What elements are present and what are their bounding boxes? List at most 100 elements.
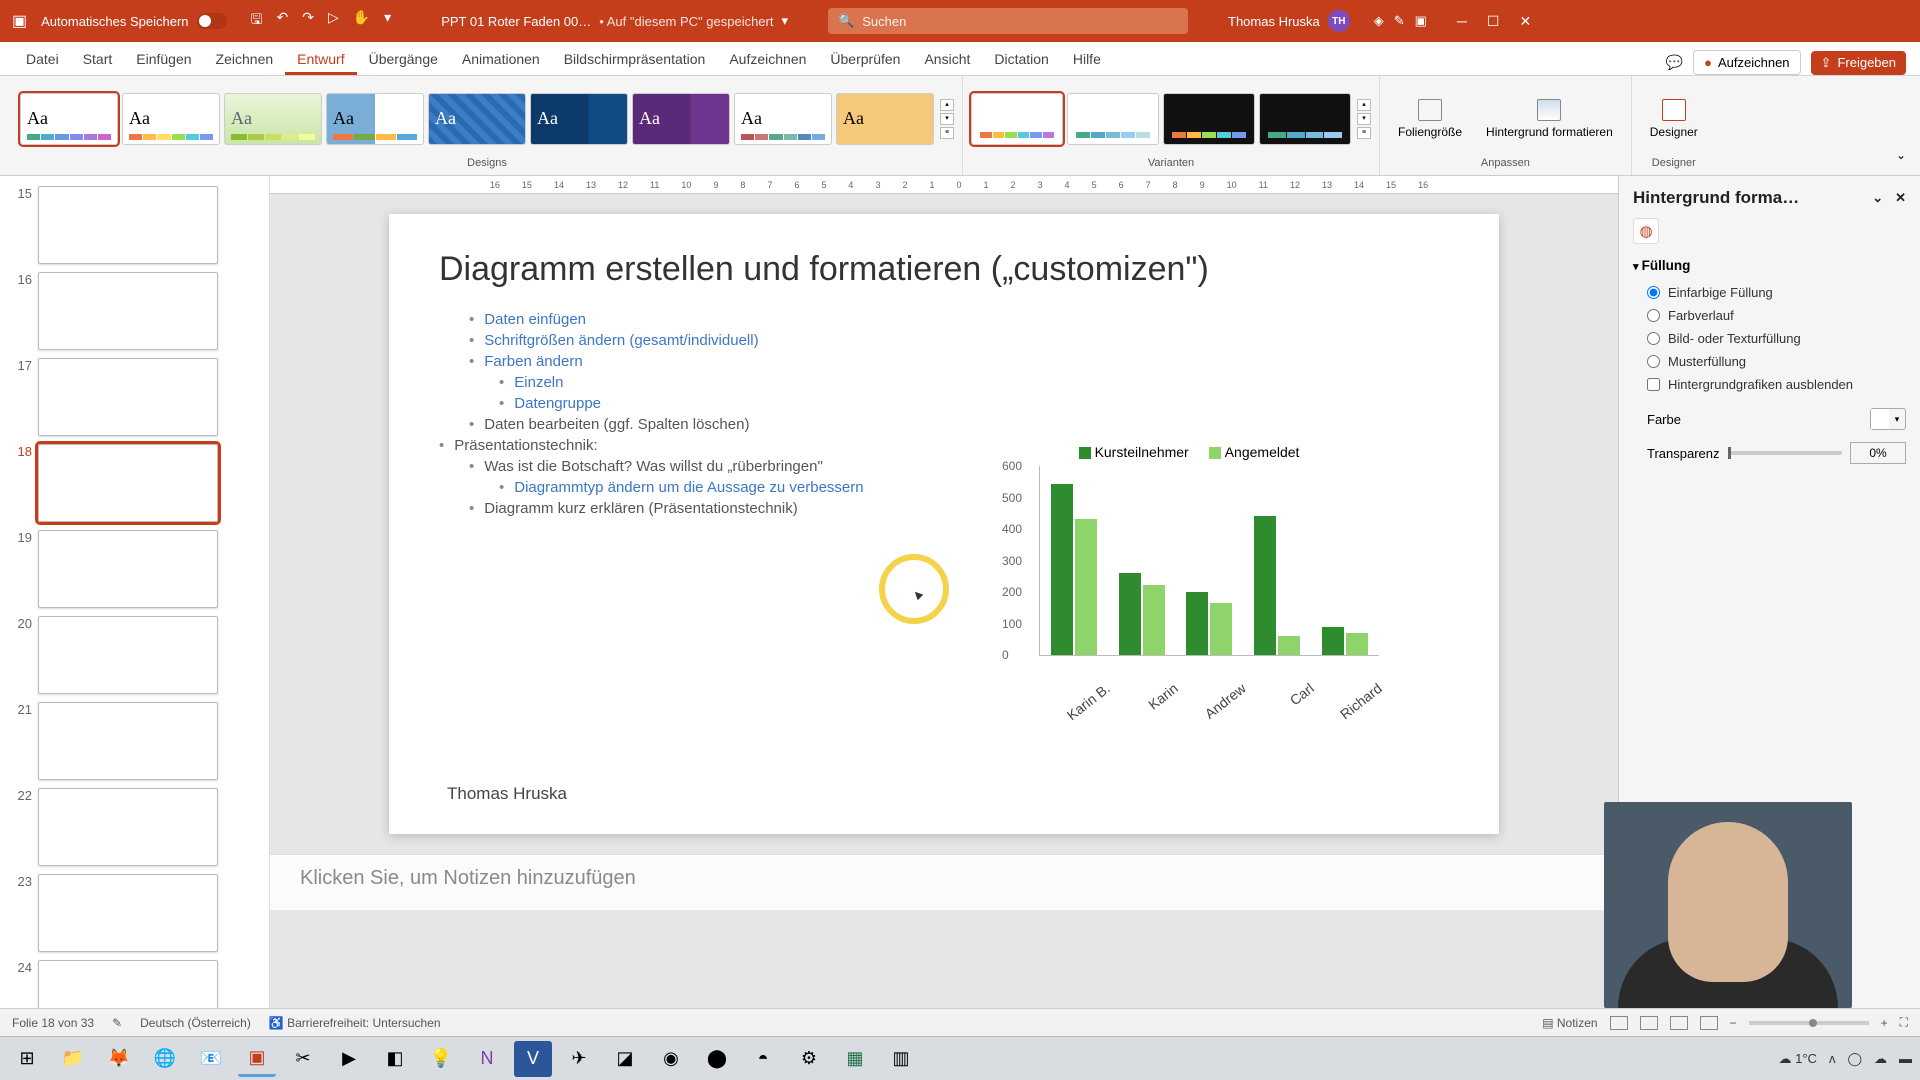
thumbnail-slide-16[interactable]: 16 [0,268,269,354]
theme-tile-4[interactable]: Aa [326,93,424,145]
sorter-view-icon[interactable] [1640,1016,1658,1030]
thumbnail-slide-19[interactable]: 19 [0,526,269,612]
tab-zeichnen[interactable]: Zeichnen [204,45,286,75]
visio-icon[interactable]: V [514,1041,552,1077]
variant-tile-2[interactable] [1067,93,1159,145]
thumbnail-slide-23[interactable]: 23 [0,870,269,956]
obs-icon[interactable]: ◉ [652,1041,690,1077]
theme-gallery[interactable]: Aa Aa Aa Aa Aa Aa Aa Aa Aa ▴▾≡ [20,80,954,157]
zoom-slider[interactable] [1749,1021,1869,1025]
variant-tile-3[interactable] [1163,93,1255,145]
variant-tile-4[interactable] [1259,93,1351,145]
tab-datei[interactable]: Datei [14,45,71,75]
tab-animationen[interactable]: Animationen [450,45,552,75]
thumbnail-slide-21[interactable]: 21 [0,698,269,784]
zoom-out-icon[interactable]: − [1730,1016,1737,1030]
window-icon[interactable]: ▣ [1415,13,1427,29]
spellcheck-icon[interactable]: ✎ [112,1016,122,1030]
autosave-control[interactable]: Automatisches Speichern [41,13,226,29]
tab-hilfe[interactable]: Hilfe [1061,45,1113,75]
redo-icon[interactable]: ↷ [302,9,314,33]
tray-location-icon[interactable]: ◯ [1847,1051,1862,1067]
app-icon-5[interactable]: ◓ [744,1041,782,1077]
telegram-icon[interactable]: ✈ [560,1041,598,1077]
tab-entwurf[interactable]: Entwurf [285,45,356,75]
fill-solid-option[interactable]: Einfarbige Füllung [1633,281,1906,304]
pane-close-icon[interactable]: ✕ [1895,190,1906,206]
tab-start[interactable]: Start [71,45,125,75]
dropdown-icon[interactable]: ▾ [781,13,788,29]
theme-tile-7[interactable]: Aa [632,93,730,145]
tab-ansicht[interactable]: Ansicht [912,45,982,75]
bullet-item[interactable]: Schriftgrößen ändern (gesamt/individuell… [439,330,1449,351]
hide-bg-graphics-option[interactable]: Hintergrundgrafiken ausblenden [1633,373,1906,396]
zoom-in-icon[interactable]: + [1881,1016,1888,1030]
outlook-icon[interactable]: 📧 [192,1041,230,1077]
normal-view-icon[interactable] [1610,1016,1628,1030]
variant-gallery[interactable]: ▴▾≡ [971,80,1371,157]
tab-bildschirmpräsentation[interactable]: Bildschirmpräsentation [552,45,718,75]
color-picker[interactable]: ▾ [1870,408,1906,430]
search-box[interactable]: 🔍 [828,8,1188,34]
theme-gallery-scroll[interactable]: ▴▾≡ [940,99,954,139]
fill-section-header[interactable]: Füllung [1633,258,1906,273]
language-indicator[interactable]: Deutsch (Österreich) [140,1016,251,1030]
format-background-button[interactable]: Hintergrund formatieren [1476,95,1623,143]
save-icon[interactable]: 🖫 [251,9,263,33]
tab-übergänge[interactable]: Übergänge [357,45,450,75]
weather-widget[interactable]: ☁ 1°C [1778,1051,1816,1067]
slide-size-button[interactable]: Foliengröße [1388,95,1472,143]
theme-tile-8[interactable]: Aa [734,93,832,145]
comments-icon[interactable]: 💬 [1666,54,1683,71]
app-icon-3[interactable]: ◪ [606,1041,644,1077]
start-icon[interactable]: ⊞ [8,1041,46,1077]
minimize-icon[interactable]: ─ [1457,13,1467,30]
thumbnail-slide-15[interactable]: 15 [0,182,269,268]
theme-tile-9[interactable]: Aa [836,93,934,145]
collapse-ribbon-icon[interactable]: ⌄ [1896,148,1906,162]
slide-title[interactable]: Diagramm erstellen und formatieren („cus… [439,250,1449,289]
fill-pattern-option[interactable]: Musterfüllung [1633,350,1906,373]
thumbnail-slide-18[interactable]: 18 [0,440,269,526]
tray-chevron-icon[interactable]: ʌ [1829,1051,1836,1066]
transparency-value[interactable]: 0% [1850,442,1906,464]
snip-icon[interactable]: ✂ [284,1041,322,1077]
slide-editor[interactable]: 1615141312111098765432101234567891011121… [270,176,1618,1008]
chrome-icon[interactable]: 🌐 [146,1041,184,1077]
fill-gradient-option[interactable]: Farbverlauf [1633,304,1906,327]
bullet-item[interactable]: Farben ändern [439,351,1449,372]
pane-dropdown-icon[interactable]: ⌄ [1872,190,1883,206]
tab-dictation[interactable]: Dictation [982,45,1060,75]
slide-canvas[interactable]: Diagramm erstellen und formatieren („cus… [389,214,1499,834]
designer-button[interactable]: Designer [1640,95,1708,143]
app-icon-6[interactable]: ▥ [882,1041,920,1077]
fill-picture-option[interactable]: Bild- oder Texturfüllung [1633,327,1906,350]
theme-tile-2[interactable]: Aa [122,93,220,145]
app-icon-1[interactable]: ◧ [376,1041,414,1077]
premium-icon[interactable]: ◈ [1374,13,1384,29]
tab-aufzeichnen[interactable]: Aufzeichnen [717,45,818,75]
tray-app-icon[interactable]: ▬ [1899,1051,1912,1066]
search-input[interactable] [862,14,1178,29]
record-button[interactable]: ●Aufzeichnen [1693,50,1800,75]
account-button[interactable]: Thomas Hruska TH [1228,10,1350,32]
app-icon-4[interactable]: ⬤ [698,1041,736,1077]
system-tray[interactable]: ☁ 1°C ʌ ◯ ☁ ▬ [1778,1051,1912,1067]
slide-thumbnail-panel[interactable]: 15161718192021222324 [0,176,270,1008]
slideshow-view-icon[interactable] [1700,1016,1718,1030]
accessibility-indicator[interactable]: ♿ Barrierefreiheit: Untersuchen [269,1016,441,1030]
bullet-item[interactable]: Einzeln [439,372,1449,393]
powerpoint-icon[interactable]: ▣ [238,1041,276,1077]
undo-icon[interactable]: ↶ [276,9,288,33]
reading-view-icon[interactable] [1670,1016,1688,1030]
share-button[interactable]: ⇪Freigeben [1811,51,1906,75]
notes-pane[interactable]: Klicken Sie, um Notizen hinzuzufügen [270,854,1618,910]
bullet-item[interactable]: Daten einfügen [439,309,1449,330]
variant-gallery-scroll[interactable]: ▴▾≡ [1357,99,1371,139]
app-icon-2[interactable]: 💡 [422,1041,460,1077]
thumbnail-slide-20[interactable]: 20 [0,612,269,698]
theme-tile-3[interactable]: Aa [224,93,322,145]
explorer-icon[interactable]: 📁 [54,1041,92,1077]
slide-footer-author[interactable]: Thomas Hruska [447,784,567,804]
notes-toggle[interactable]: ▤ Notizen [1542,1016,1597,1030]
